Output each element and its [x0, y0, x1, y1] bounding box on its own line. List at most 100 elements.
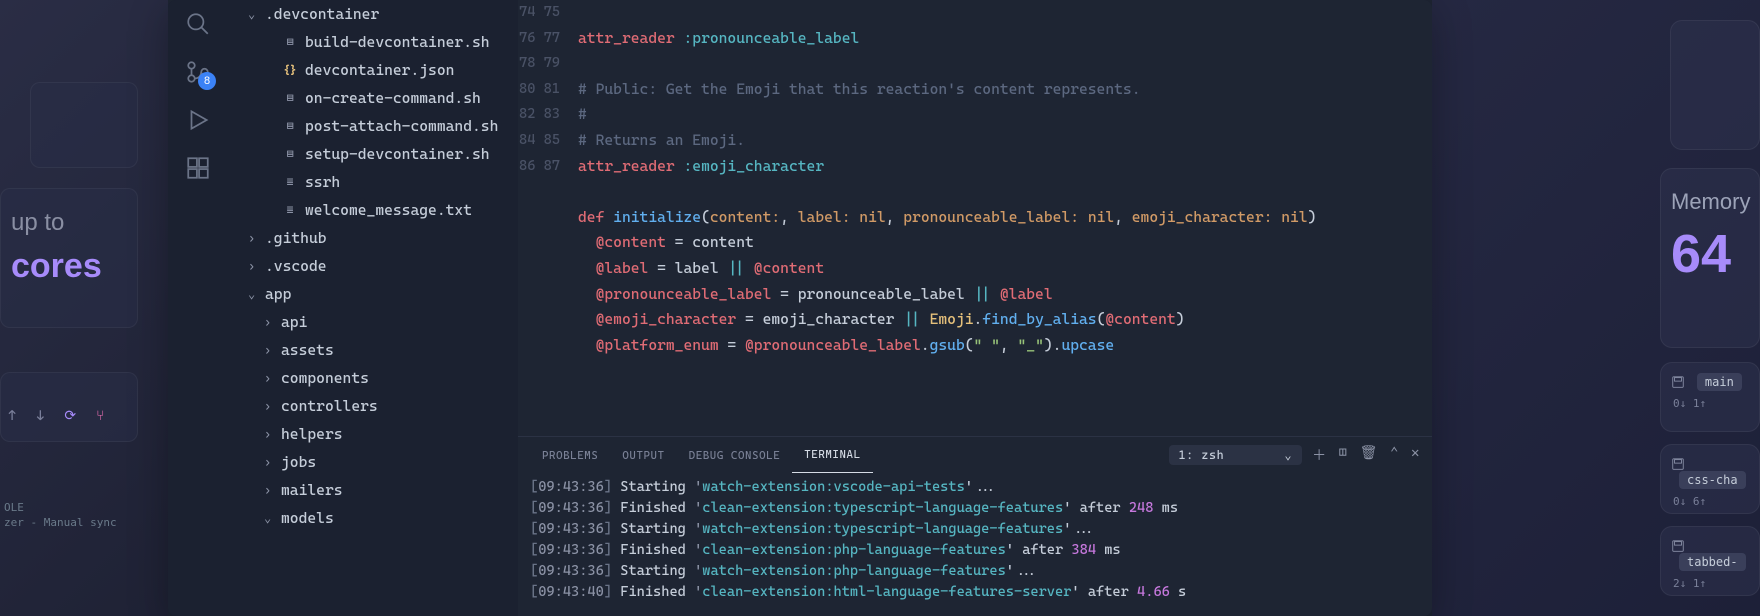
branch-sub: 0↓ 1↑	[1671, 397, 1749, 410]
chevron-icon: ⌄	[264, 511, 278, 525]
run-debug-icon[interactable]	[174, 96, 222, 144]
disk-icon	[1671, 375, 1685, 389]
file-item[interactable]: {}devcontainer.json	[228, 56, 518, 84]
tab-output[interactable]: OUTPUT	[610, 437, 676, 473]
tab-terminal[interactable]: TERMINAL	[792, 437, 872, 473]
file-icon: ▤	[281, 147, 299, 161]
chevron-icon: ›	[264, 455, 278, 469]
bg-upto-label: up to	[11, 209, 127, 237]
chevron-icon: ⌄	[248, 7, 262, 21]
chevron-icon: ›	[264, 315, 278, 329]
branch-pill: css-cha	[1679, 471, 1746, 489]
chevron-icon: ›	[264, 371, 278, 385]
code-content[interactable]: attr_reader :pronounceable_label # Publi…	[578, 0, 1432, 436]
file-item[interactable]: ▤ post-attach-command.sh	[228, 112, 518, 140]
bg-branch-card: main 0↓ 1↑	[1660, 362, 1760, 432]
panel-tabs: PROBLEMS OUTPUT DEBUG CONSOLE TERMINAL 1…	[518, 437, 1432, 473]
split-terminal-icon[interactable]: ◫	[1339, 445, 1348, 465]
folder-item[interactable]: ›assets	[228, 336, 518, 364]
terminal-output[interactable]: [09:43:36] Starting 'watch-extension:vsc…	[518, 473, 1432, 616]
tree-item-label: .vscode	[265, 257, 327, 275]
maximize-panel-icon[interactable]: ⌃	[1390, 445, 1399, 465]
file-icon: ≣	[281, 175, 299, 189]
folder-item[interactable]: ›.github	[228, 224, 518, 252]
tab-debug-console[interactable]: DEBUG CONSOLE	[677, 437, 793, 473]
bg-card-memory: Memory 64	[1660, 168, 1760, 348]
bottom-panel: PROBLEMS OUTPUT DEBUG CONSOLE TERMINAL 1…	[518, 436, 1432, 616]
chevron-icon: ›	[264, 343, 278, 357]
chevron-icon: ›	[248, 231, 262, 245]
disk-icon	[1671, 539, 1685, 553]
branch-pill: main	[1697, 373, 1742, 391]
file-icon: ▤	[281, 35, 299, 49]
memory-label: Memory	[1671, 189, 1749, 215]
folder-item[interactable]: ›mailers	[228, 476, 518, 504]
branch-sub: 2↓ 1↑	[1671, 577, 1749, 590]
folder-item[interactable]: ⌄.devcontainer	[228, 0, 518, 28]
bg-terminal-snippet: OLE zer - Manual sync	[0, 500, 117, 531]
folder-item[interactable]: ⌄models	[228, 504, 518, 532]
bg-branch-card: css-cha 0↓ 6↑	[1660, 444, 1760, 514]
search-icon[interactable]	[174, 0, 222, 48]
file-item[interactable]: ≣ welcome_message.txt	[228, 196, 518, 224]
chevron-icon: ›	[248, 259, 262, 273]
tab-problems[interactable]: PROBLEMS	[530, 437, 610, 473]
disk-icon	[1671, 457, 1685, 471]
arrow-down-icon: ↓	[36, 408, 44, 424]
tree-item-label: setup-devcontainer.sh	[305, 145, 490, 163]
folder-item[interactable]: ⌄app	[228, 280, 518, 308]
line-gutter: 74 75 76 77 78 79 80 81 82 83 84 85 86 8…	[518, 0, 578, 436]
tree-item-label: helpers	[281, 425, 343, 443]
file-item[interactable]: ▤ setup-devcontainer.sh	[228, 140, 518, 168]
folder-item[interactable]: ›components	[228, 364, 518, 392]
bg-term-line: zer - Manual sync	[4, 515, 117, 530]
chevron-icon: ›	[264, 399, 278, 413]
chevron-down-icon: ⌄	[1284, 448, 1292, 462]
code-editor[interactable]: 74 75 76 77 78 79 80 81 82 83 84 85 86 8…	[518, 0, 1432, 436]
bg-card-cores: up to cores	[0, 188, 138, 328]
panel-actions: ＋ ◫ 🗑 ⌃ ✕	[1312, 445, 1420, 465]
chevron-icon: ›	[264, 483, 278, 497]
tree-item-label: api	[281, 313, 307, 331]
terminal-selector[interactable]: 1: zsh ⌄	[1169, 445, 1303, 465]
close-panel-icon[interactable]: ✕	[1411, 445, 1420, 465]
file-explorer: ⌄.devcontainer ▤ build-devcontainer.sh {}de…	[228, 0, 518, 616]
source-control-icon[interactable]: 8	[174, 48, 222, 96]
file-icon: {}	[281, 64, 299, 77]
chevron-icon: ⌄	[248, 287, 262, 301]
arrow-up-icon: ↑	[8, 408, 16, 424]
bg-icons-row: ↑ ↓ ⟳ ⑂	[0, 400, 113, 432]
tree-item-label: app	[265, 285, 291, 303]
file-item[interactable]: ≣ ssrh	[228, 168, 518, 196]
bg-branch-card: tabbed- 2↓ 1↑	[1660, 526, 1760, 596]
branch-sub: 0↓ 6↑	[1671, 495, 1749, 508]
new-terminal-icon[interactable]: ＋	[1312, 445, 1327, 465]
tree-item-label: ssrh	[305, 173, 340, 191]
folder-item[interactable]: ›helpers	[228, 420, 518, 448]
vscode-window: 8 ⌄.devcontainer ▤ build-devcontainer.sh {}…	[168, 0, 1432, 616]
editor-area: 74 75 76 77 78 79 80 81 82 83 84 85 86 8…	[518, 0, 1432, 616]
folder-item[interactable]: ›.vscode	[228, 252, 518, 280]
file-item[interactable]: ▤ on-create-command.sh	[228, 84, 518, 112]
tree-item-label: jobs	[281, 453, 316, 471]
scm-badge: 8	[198, 72, 216, 90]
bg-card	[30, 82, 138, 168]
folder-item[interactable]: ›controllers	[228, 392, 518, 420]
file-icon: ≣	[281, 203, 299, 217]
bg-cores-label: cores	[11, 247, 127, 286]
tree-item-label: build-devcontainer.sh	[305, 33, 490, 51]
kill-terminal-icon[interactable]: 🗑	[1360, 445, 1378, 465]
bg-card	[1670, 20, 1760, 150]
file-icon: ▤	[281, 119, 299, 133]
folder-item[interactable]: ›api	[228, 308, 518, 336]
folder-item[interactable]: ›jobs	[228, 448, 518, 476]
branch-pill: tabbed-	[1679, 553, 1746, 571]
tree-item-label: welcome_message.txt	[305, 201, 472, 219]
tree-item-label: on-create-command.sh	[305, 89, 481, 107]
file-item[interactable]: ▤ build-devcontainer.sh	[228, 28, 518, 56]
extensions-icon[interactable]	[174, 144, 222, 192]
tree-item-label: assets	[281, 341, 334, 359]
tree-item-label: post-attach-command.sh	[305, 117, 498, 135]
activity-bar: 8	[168, 0, 228, 616]
file-icon: ▤	[281, 91, 299, 105]
